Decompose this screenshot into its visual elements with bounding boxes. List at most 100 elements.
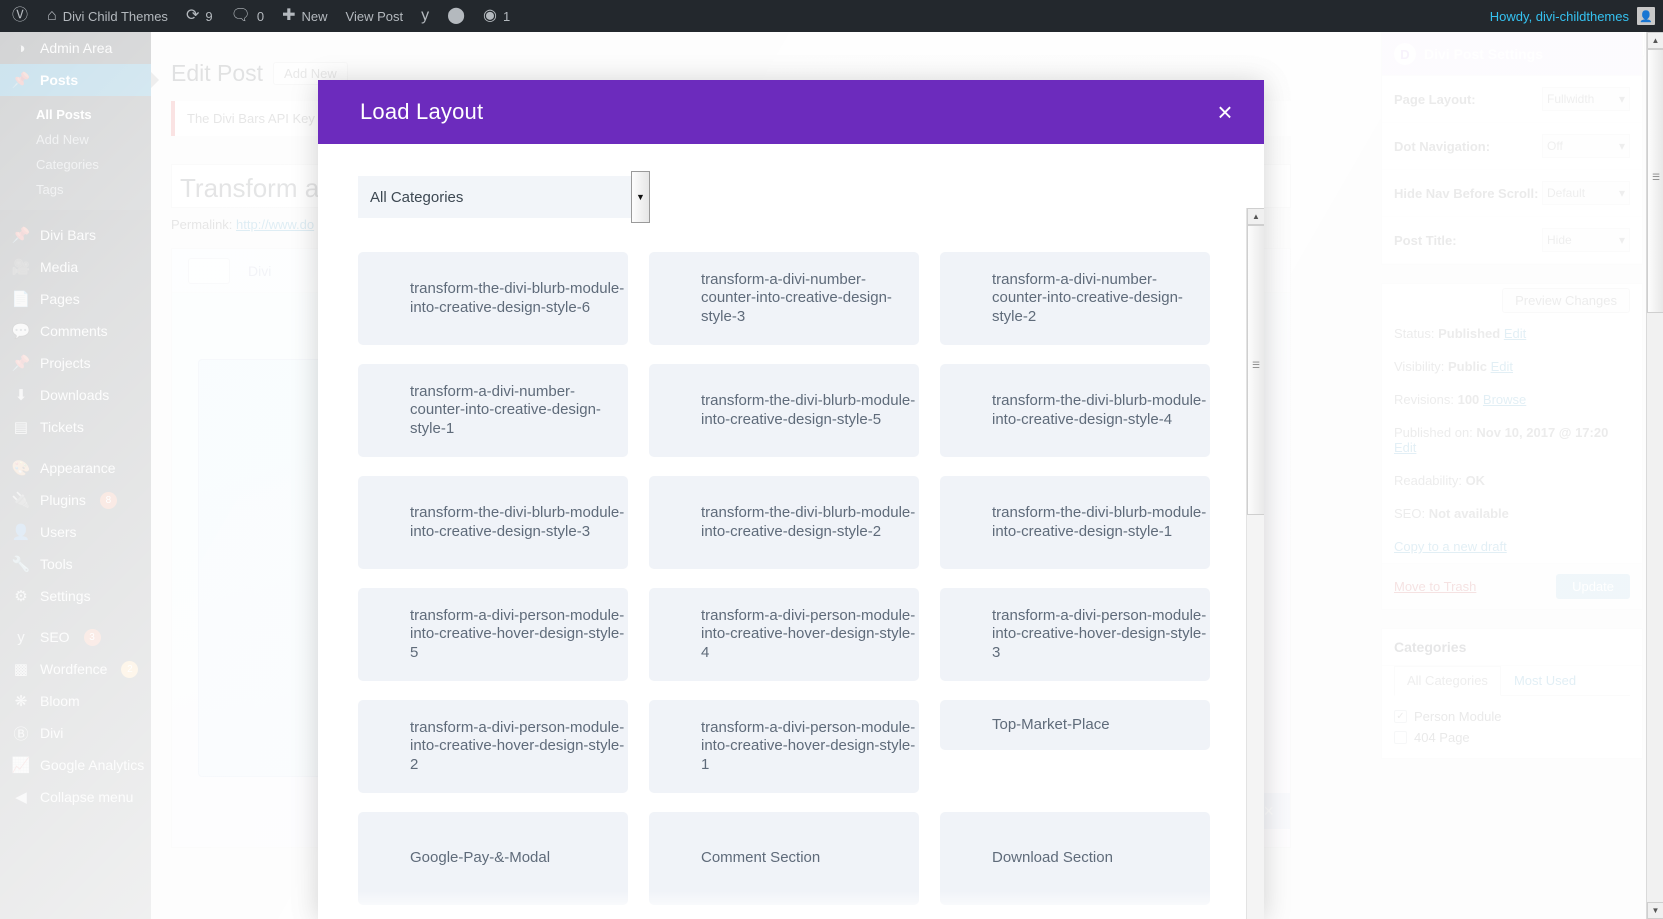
layout-card[interactable]: transform-the-divi-blurb-module-into-cre… — [940, 476, 1210, 569]
sidebar-item-users[interactable]: 👤 Users — [0, 516, 151, 548]
account-menu[interactable]: Howdy, divi-childthemes 👤 — [1490, 7, 1663, 25]
submenu-item-all-posts[interactable]: All Posts — [0, 102, 151, 127]
sidebar-item-downloads[interactable]: ⬇ Downloads — [0, 379, 151, 411]
tab-all-categories[interactable]: All Categories — [1394, 666, 1501, 696]
scroll-up-arrow-icon[interactable]: ▲ — [1647, 32, 1663, 49]
published-on-row: Published on: Nov 10, 2017 @ 17:20 Edit — [1382, 416, 1642, 464]
layout-card[interactable]: transform-a-divi-number-counter-into-cre… — [649, 252, 919, 345]
submenu-item-add-new[interactable]: Add New — [0, 127, 151, 152]
load-layout-modal[interactable]: Load Layout × All Categories ▼ transform… — [318, 80, 1264, 919]
wordpress-logo-menu[interactable]: Ⓥ — [0, 0, 38, 32]
divi-setting-select[interactable]: Fullwidth ▾ — [1542, 87, 1630, 111]
posts-submenu[interactable]: All Posts Add New Categories Tags — [0, 96, 151, 210]
divi-post-settings-header: D Divi Post Settings — [1382, 33, 1642, 76]
sidebar-item-divi[interactable]: Ⓑ Divi — [0, 717, 151, 749]
divi-builder-menu[interactable]: ◉ 1 — [474, 0, 519, 32]
updates-icon: ⟳ — [185, 7, 200, 24]
new-content-menu[interactable]: ✚ New — [273, 0, 336, 32]
sidebar-item-label: Media — [40, 259, 79, 275]
chevron-down-icon[interactable]: ▼ — [631, 171, 650, 223]
layout-card[interactable]: transform-a-divi-number-counter-into-cre… — [358, 364, 628, 457]
checkbox-checked-icon[interactable]: ✓ — [1394, 710, 1407, 723]
builder-toolbar-label: Divi — [248, 262, 272, 279]
revisions-browse-link[interactable]: Browse — [1483, 392, 1526, 407]
sidebar-item-seo[interactable]: y SEO 3 — [0, 621, 151, 653]
permalink-link[interactable]: http://www.do — [236, 217, 314, 232]
sidebar-item-bloom[interactable]: ❋ Bloom — [0, 685, 151, 717]
layout-card[interactable]: transform-the-divi-blurb-module-into-cre… — [649, 364, 919, 457]
copy-to-new-draft-link[interactable]: Copy to a new draft — [1394, 539, 1507, 554]
wordfence-notification-badge: 2 — [121, 660, 139, 678]
page-scrollbar[interactable]: ▲ ☰ ▼ — [1646, 32, 1663, 919]
layout-card[interactable]: transform-a-divi-person-module-into-crea… — [940, 588, 1210, 681]
sidebar-item-divi-bars[interactable]: 📌 Divi Bars — [0, 219, 151, 251]
scroll-down-arrow-icon[interactable]: ▼ — [1647, 902, 1663, 919]
wp-admin-bar[interactable]: Ⓥ ⌂ Divi Child Themes ⟳ 9 🗨 0 ✚ New View… — [0, 0, 1663, 32]
divi-setting-select[interactable]: Off ▾ — [1542, 134, 1630, 158]
updates-count: 9 — [205, 8, 213, 24]
sidebar-item-appearance[interactable]: 🎨 Appearance — [0, 452, 151, 484]
tab-most-used[interactable]: Most Used — [1501, 666, 1589, 695]
layout-card[interactable]: transform-a-divi-person-module-into-crea… — [649, 588, 919, 681]
sidebar-item-google-analytics[interactable]: 📈 Google Analytics — [0, 749, 151, 781]
scroll-up-arrow-icon[interactable]: ▲ — [1247, 208, 1264, 225]
divi-setting-select[interactable]: Hide ▾ — [1542, 228, 1630, 252]
submenu-item-tags[interactable]: Tags — [0, 177, 151, 202]
sidebar-item-comments[interactable]: 💬 Comments — [0, 315, 151, 347]
sidebar-item-projects[interactable]: 📌 Projects — [0, 347, 151, 379]
sidebar-item-media[interactable]: 🎥 Media — [0, 251, 151, 283]
updates-menu[interactable]: ⟳ 9 — [177, 0, 222, 32]
divi-setting-select[interactable]: Default ▾ — [1542, 181, 1630, 205]
page-scrollbar-thumb[interactable]: ☰ — [1647, 49, 1663, 313]
readability-value: OK — [1465, 473, 1486, 488]
published-on-edit-link[interactable]: Edit — [1394, 440, 1416, 455]
comments-menu[interactable]: 🗨 0 — [222, 0, 274, 32]
move-to-trash-link[interactable]: Move to Trash — [1394, 579, 1476, 594]
preview-changes-row: Preview Changes — [1382, 284, 1642, 317]
builder-bar-close-icon[interactable]: × — [1263, 801, 1290, 822]
wordfence-menu[interactable]: ⬤ — [438, 0, 474, 32]
layout-card[interactable]: transform-a-divi-person-module-into-crea… — [358, 588, 628, 681]
sidebar-item-settings[interactable]: ⚙ Settings — [0, 580, 151, 612]
modal-scrollbar[interactable]: ▲ ☰ ▼ — [1246, 208, 1264, 919]
layout-card[interactable]: transform-the-divi-blurb-module-into-cre… — [358, 476, 628, 569]
category-filter-select[interactable]: All Categories ▼ — [358, 171, 650, 223]
submenu-item-categories[interactable]: Categories — [0, 152, 151, 177]
layout-card[interactable]: transform-a-divi-person-module-into-crea… — [358, 700, 628, 793]
sidebar-item-wordfence[interactable]: ▩ Wordfence 2 — [0, 653, 151, 685]
divi-post-settings-title: Divi Post Settings — [1424, 46, 1544, 62]
sidebar-item-tools[interactable]: 🔧 Tools — [0, 548, 151, 580]
admin-sidebar-menu[interactable]: ◑ Admin Area 📌 Posts All Posts Add New C… — [0, 32, 159, 919]
visibility-edit-link[interactable]: Edit — [1491, 359, 1513, 374]
sidebar-item-pages[interactable]: 📄 Pages — [0, 283, 151, 315]
layout-card[interactable]: transform-a-divi-person-module-into-crea… — [649, 700, 919, 793]
chevron-down-icon: ▾ — [1618, 92, 1625, 106]
sidebar-item-posts[interactable]: 📌 Posts — [0, 64, 159, 96]
category-item[interactable]: 404 Page — [1394, 727, 1630, 748]
sidebar-item-tickets[interactable]: ▤ Tickets — [0, 411, 151, 443]
sidebar-item-collapse-menu[interactable]: ◀ Collapse menu — [0, 781, 151, 813]
category-item[interactable]: ✓ Person Module — [1394, 706, 1630, 727]
close-x-icon[interactable]: × — [1208, 95, 1242, 129]
sidebar-item-label: Tickets — [40, 419, 84, 435]
status-edit-link[interactable]: Edit — [1504, 326, 1526, 341]
layout-card[interactable]: transform-the-divi-blurb-module-into-cre… — [358, 252, 628, 345]
yoast-seo-menu[interactable]: y — [412, 0, 438, 32]
update-post-button[interactable]: Update — [1556, 574, 1630, 599]
divi-setting-label: Dot Navigation: — [1394, 138, 1491, 154]
layout-card[interactable]: transform-the-divi-blurb-module-into-cre… — [940, 364, 1210, 457]
modal-scrollbar-thumb[interactable]: ☰ — [1247, 225, 1264, 515]
checkbox-icon[interactable] — [1394, 731, 1407, 744]
builder-toolbar-icon[interactable] — [188, 257, 230, 284]
site-name-menu[interactable]: ⌂ Divi Child Themes — [38, 0, 177, 32]
sidebar-item-admin-area[interactable]: ◑ Admin Area — [0, 32, 151, 64]
divi-icon: Ⓑ — [13, 725, 29, 743]
preview-changes-button[interactable]: Preview Changes — [1502, 288, 1630, 313]
sidebar-item-label: Appearance — [40, 460, 116, 476]
sidebar-item-plugins[interactable]: 🔌 Plugins 8 — [0, 484, 151, 516]
layout-card[interactable]: Top-Market-Place — [940, 700, 1210, 750]
layout-card[interactable]: transform-the-divi-blurb-module-into-cre… — [649, 476, 919, 569]
status-value: Published — [1438, 326, 1501, 341]
layout-card[interactable]: transform-a-divi-number-counter-into-cre… — [940, 252, 1210, 345]
view-post-link[interactable]: View Post — [337, 0, 413, 32]
